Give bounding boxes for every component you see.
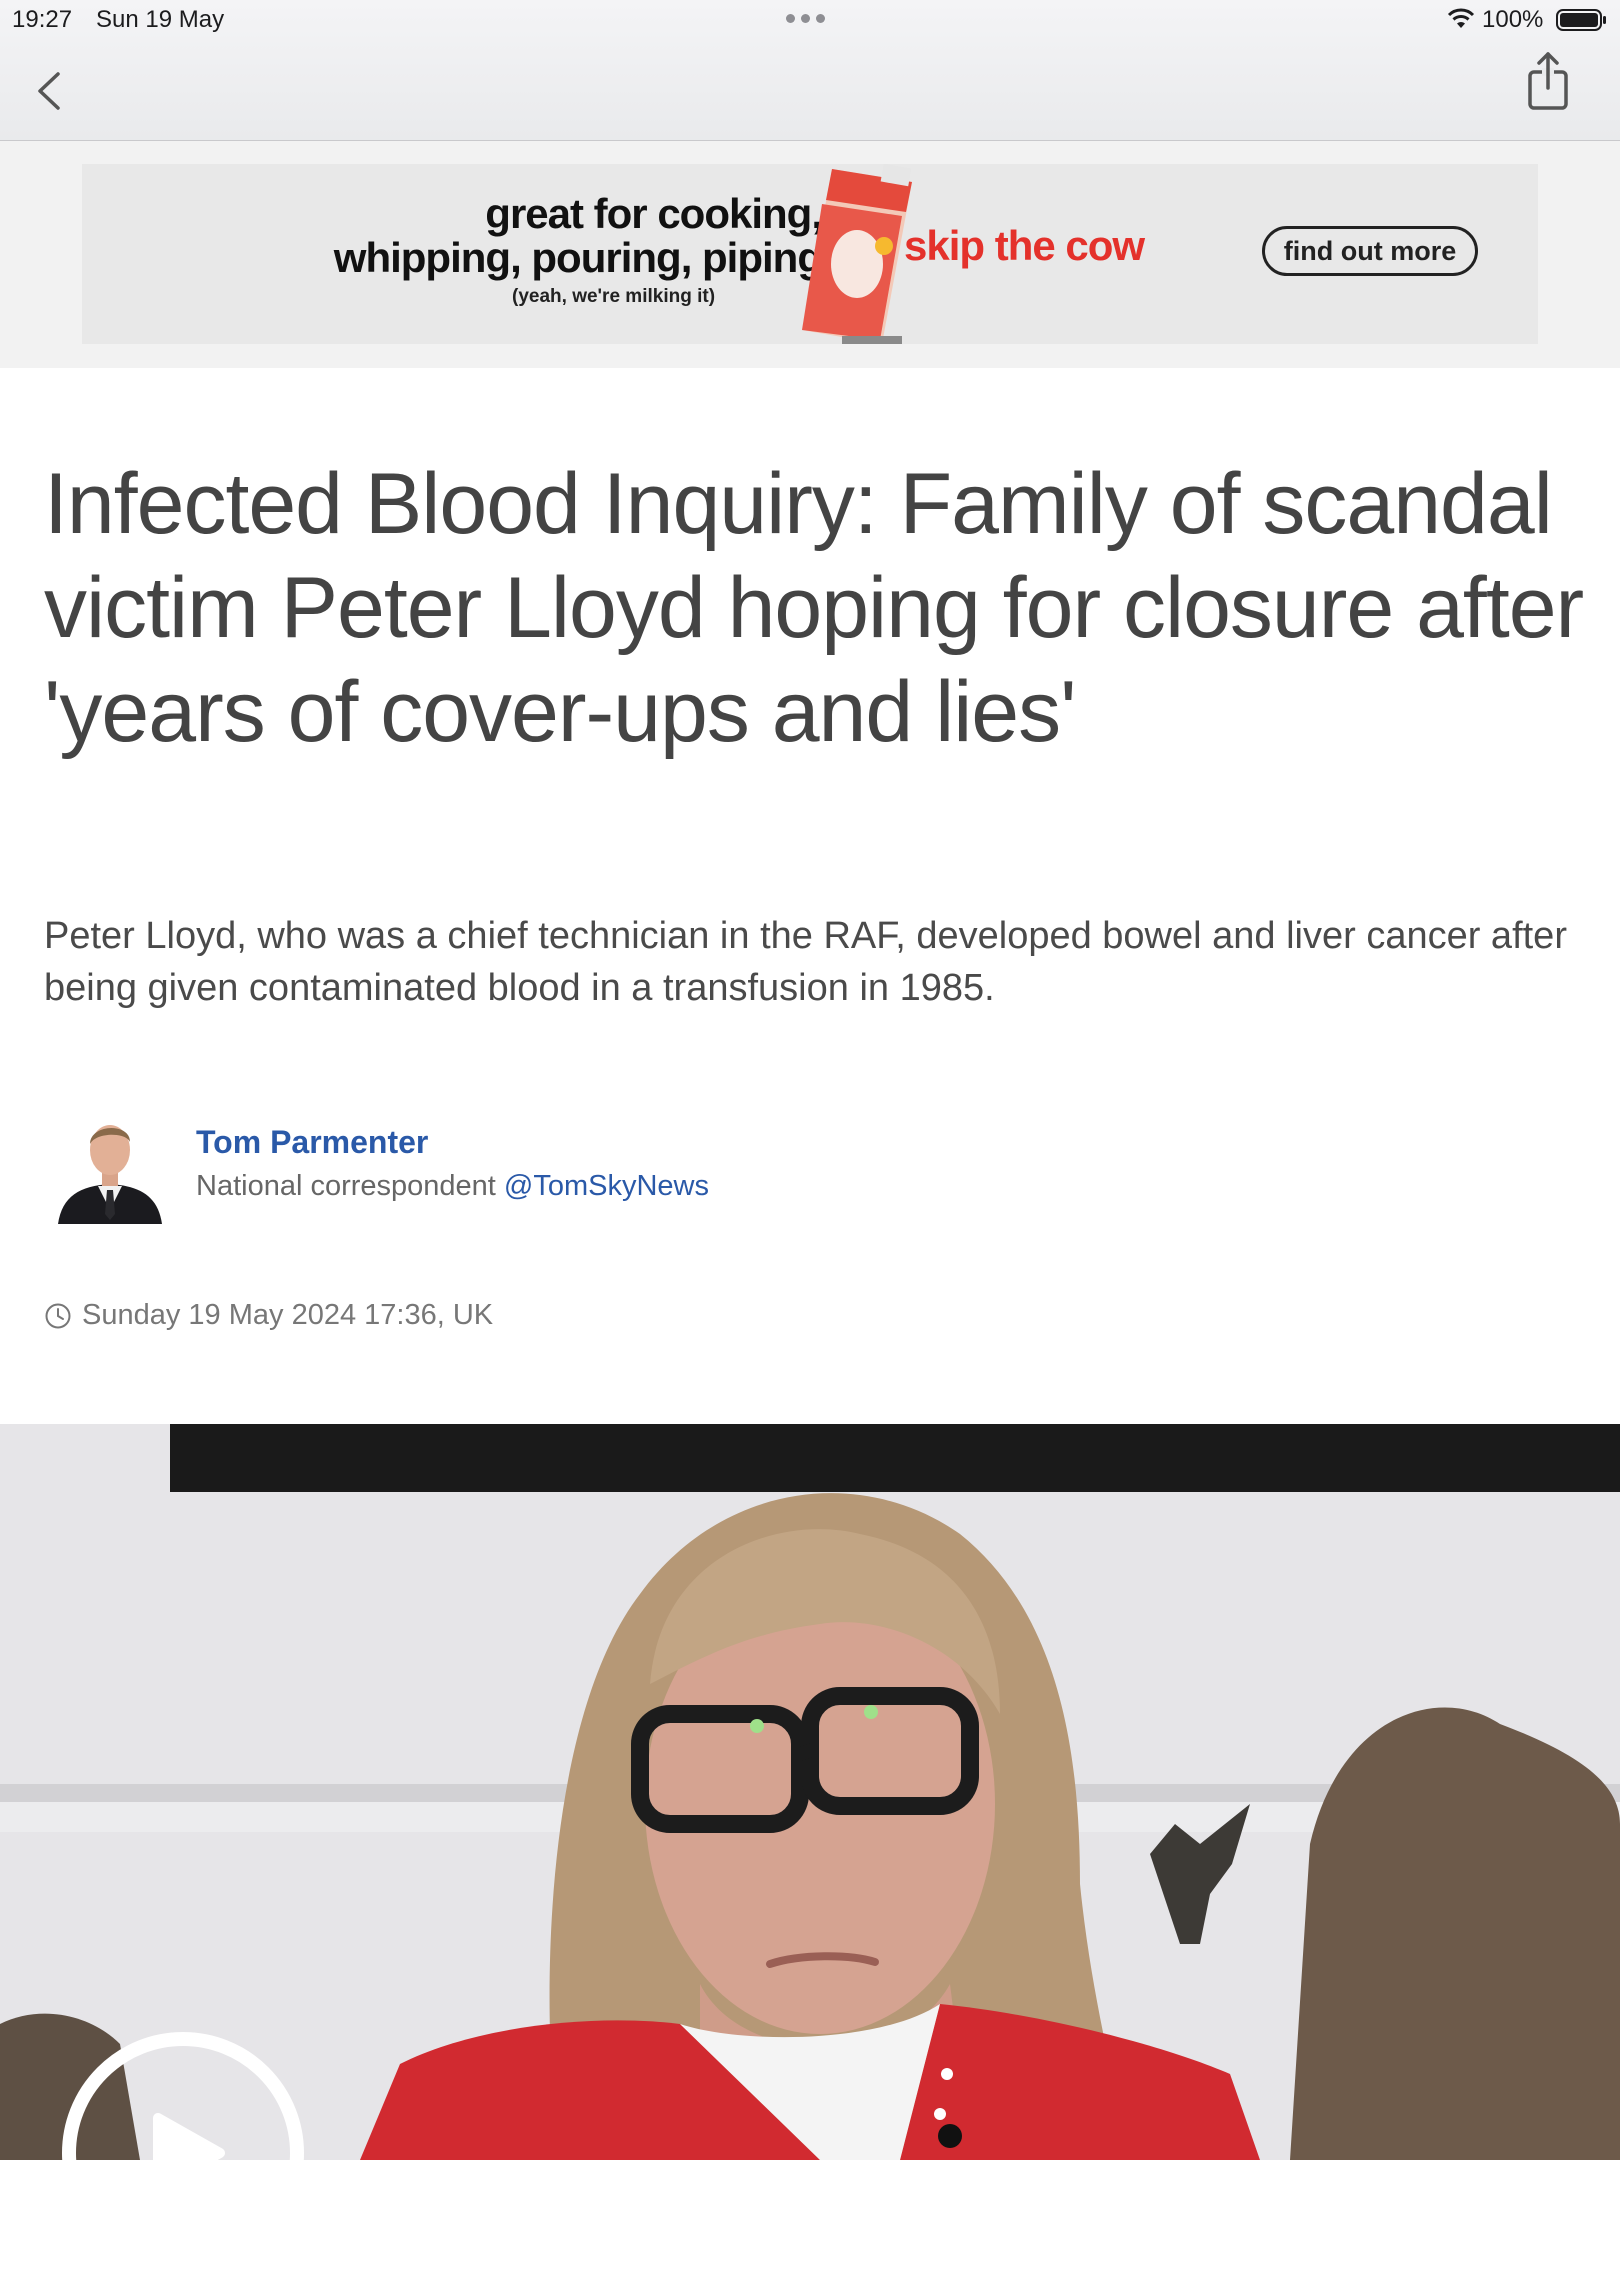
status-time: 19:27 (12, 6, 73, 33)
top-bar: 19:27 Sun 19 May 100% (0, 0, 1620, 141)
ad-find-out-more-button[interactable]: find out more (1262, 226, 1478, 276)
ad-headline-line-2: whipping, pouring, piping (333, 234, 823, 281)
multitasking-dots-icon[interactable] (786, 14, 825, 23)
play-button[interactable] (60, 2030, 306, 2276)
author-twitter-link[interactable]: @TomSkyNews (504, 1170, 709, 1202)
share-button[interactable] (1522, 50, 1574, 112)
author-avatar[interactable] (58, 1110, 162, 1224)
ad-small-print: (yeah, we're milking it) (512, 286, 716, 307)
article-timestamp: Sunday 19 May 2024 17:36, UK (82, 1299, 494, 1331)
author-role: National correspondent (196, 1170, 496, 1202)
ad-headline-line-1: great for cooking, (485, 190, 823, 237)
wifi-icon (1447, 8, 1475, 28)
back-button[interactable] (28, 66, 72, 116)
article-standfirst: Peter Lloyd, who was a chief technician … (44, 915, 1567, 1009)
author-name-link[interactable]: Tom Parmenter (196, 1124, 428, 1161)
status-date: Sun 19 May (96, 6, 225, 33)
clock-icon (45, 1303, 71, 1329)
ad-headline: great for cooking, whipping, pouring, pi… (262, 190, 823, 281)
ad-slogan: skip the cow (904, 222, 1145, 269)
ad-banner[interactable]: great for cooking, whipping, pouring, pi… (82, 164, 1538, 344)
author-byline: National correspondent @TomSkyNews (196, 1170, 709, 1203)
article-headline: Infected Blood Inquiry: Family of scanda… (44, 456, 1584, 760)
battery-percentage: 100% (1482, 6, 1544, 33)
battery-icon (1556, 9, 1606, 31)
